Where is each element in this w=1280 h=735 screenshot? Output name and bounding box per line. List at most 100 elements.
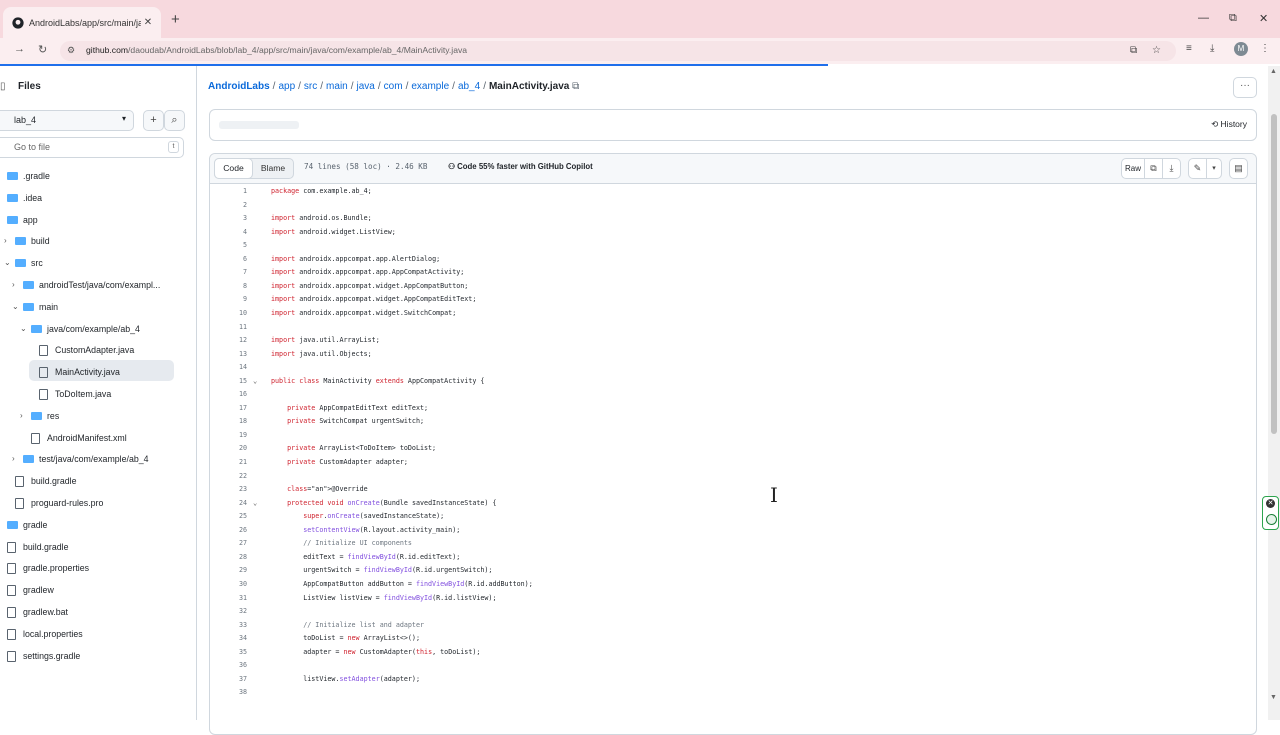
copy-icon[interactable]: ⧉ [1144, 158, 1163, 179]
copy-path-icon[interactable]: ⧉ [569, 81, 579, 92]
install-app-icon[interactable]: ⧉ [1130, 45, 1137, 56]
sidebar-toggle-icon[interactable]: ▯ [0, 81, 6, 92]
new-tab-button[interactable]: + [171, 11, 180, 28]
scroll-down-icon[interactable]: ▼ [1270, 694, 1277, 701]
tree-file[interactable]: CustomAdapter.java [0, 340, 190, 360]
chevron-right-icon[interactable]: › [12, 275, 15, 295]
line-number[interactable]: 8 [210, 280, 247, 293]
line-number[interactable]: 5 [210, 239, 247, 252]
tree-folder[interactable]: app [0, 210, 190, 230]
maximize-icon[interactable]: ⧉ [1229, 12, 1237, 25]
more-options-button[interactable]: ··· [1233, 77, 1257, 98]
go-to-file-input[interactable]: Go to file t [0, 137, 184, 158]
tree-file[interactable]: AndroidManifest.xml [0, 428, 190, 448]
line-number[interactable]: 16 [210, 388, 247, 401]
breadcrumb-link[interactable]: com [384, 81, 403, 92]
line-number[interactable]: 36 [210, 659, 247, 672]
tree-folder[interactable]: › res [0, 406, 190, 426]
breadcrumb-link[interactable]: AndroidLabs [208, 81, 270, 92]
scroll-up-icon[interactable]: ▲ [1270, 68, 1277, 75]
tree-file[interactable]: MainActivity.java [0, 362, 190, 382]
line-number[interactable]: 27 [210, 537, 247, 550]
tree-file[interactable]: gradlew [0, 580, 190, 600]
tree-file[interactable]: build.gradle [0, 537, 190, 557]
breadcrumb-link[interactable]: main [326, 81, 348, 92]
line-number[interactable]: 20 [210, 442, 247, 455]
line-number[interactable]: 29 [210, 564, 247, 577]
tree-folder[interactable]: ⌄ src [0, 253, 190, 273]
line-number[interactable]: 30 [210, 578, 247, 591]
line-number[interactable]: 2 [210, 199, 247, 212]
search-button[interactable]: ⌕ [164, 110, 185, 131]
line-number[interactable]: 24 [210, 497, 247, 510]
tree-folder[interactable]: .idea [0, 188, 190, 208]
close-window-icon[interactable]: ✕ [1259, 12, 1268, 25]
chevron-down-icon[interactable]: ⌄ [4, 253, 11, 273]
line-number[interactable]: 19 [210, 429, 247, 442]
history-button[interactable]: ⟲ History [1211, 119, 1247, 130]
tree-file[interactable]: gradlew.bat [0, 602, 190, 622]
line-number[interactable]: 21 [210, 456, 247, 469]
floating-extension-panel[interactable]: ✕ [1262, 496, 1279, 530]
line-number[interactable]: 34 [210, 632, 247, 645]
extension-status-icon[interactable] [1266, 514, 1277, 525]
line-number[interactable]: 31 [210, 592, 247, 605]
download-icon[interactable]: ⤓ [1210, 43, 1214, 54]
chevron-right-icon[interactable]: › [20, 406, 23, 426]
add-file-button[interactable]: + [143, 110, 164, 131]
breadcrumb-link[interactable]: java [357, 81, 375, 92]
extension-close-icon[interactable]: ✕ [1266, 499, 1275, 508]
tree-file[interactable]: local.properties [0, 624, 190, 644]
line-number[interactable]: 14 [210, 361, 247, 374]
copilot-promo[interactable]: ⚇ Code 55% faster with GitHub Copilot [448, 162, 593, 171]
line-number[interactable]: 9 [210, 293, 247, 306]
tree-folder[interactable]: .gradle [0, 166, 190, 186]
line-number[interactable]: 32 [210, 605, 247, 618]
tab-code[interactable]: Code [214, 158, 253, 179]
reading-list-icon[interactable]: ≡ [1186, 43, 1192, 54]
line-number[interactable]: 11 [210, 321, 247, 334]
line-number[interactable]: 35 [210, 646, 247, 659]
chevron-down-icon[interactable]: ⌄ [12, 297, 19, 317]
chevron-down-icon[interactable]: ⌄ [20, 319, 27, 339]
line-number[interactable]: 3 [210, 212, 247, 225]
line-number[interactable]: 33 [210, 619, 247, 632]
scrollbar-thumb[interactable] [1271, 114, 1277, 434]
browser-menu-icon[interactable]: ⋮ [1260, 43, 1270, 54]
chevron-right-icon[interactable]: › [4, 231, 7, 251]
edit-pencil-icon[interactable]: ✎ [1188, 158, 1207, 179]
profile-avatar[interactable]: M [1234, 42, 1248, 56]
breadcrumb-link[interactable]: src [304, 81, 317, 92]
breadcrumb-link[interactable]: example [411, 81, 449, 92]
tree-file[interactable]: build.gradle [0, 471, 190, 491]
tree-file[interactable]: ToDoItem.java [0, 384, 190, 404]
forward-icon[interactable]: → [14, 43, 25, 55]
line-number[interactable]: 1 [210, 185, 247, 198]
edit-dropdown-icon[interactable]: ▾ [1206, 158, 1222, 179]
line-number[interactable]: 15 [210, 375, 247, 388]
tree-file[interactable]: proguard-rules.pro [0, 493, 190, 513]
bookmark-star-icon[interactable]: ☆ [1152, 45, 1161, 56]
download-raw-icon[interactable]: ⤓ [1162, 158, 1181, 179]
line-number[interactable]: 28 [210, 551, 247, 564]
tree-folder[interactable]: gradle [0, 515, 190, 535]
minimize-icon[interactable]: — [1198, 12, 1209, 24]
browser-tab[interactable]: AndroidLabs/app/src/main/ja... ✕ [3, 7, 161, 38]
line-number[interactable]: 12 [210, 334, 247, 347]
close-tab-icon[interactable]: ✕ [141, 17, 155, 28]
line-number[interactable]: 37 [210, 673, 247, 686]
tree-folder[interactable]: › test/java/com/example/ab_4 [0, 449, 190, 469]
line-number[interactable]: 26 [210, 524, 247, 537]
branch-selector[interactable]: lab_4 ▾ [0, 110, 134, 131]
tree-folder[interactable]: ⌄ main [0, 297, 190, 317]
page-scrollbar[interactable]: ▲ ▼ [1268, 66, 1280, 720]
breadcrumb-link[interactable]: ab_4 [458, 81, 480, 92]
tree-folder[interactable]: ⌄ java/com/example/ab_4 [0, 319, 190, 339]
line-number[interactable]: 23 [210, 483, 247, 496]
address-bar[interactable]: ⚙ github.com/daoudab/AndroidLabs/blob/la… [60, 41, 1176, 61]
fold-chevron-icon[interactable]: ⌄ [253, 375, 257, 388]
tree-file[interactable]: gradle.properties [0, 558, 190, 578]
symbols-panel-icon[interactable]: ▤ [1229, 158, 1248, 179]
line-number[interactable]: 6 [210, 253, 247, 266]
site-info-icon[interactable]: ⚙ [67, 45, 75, 56]
